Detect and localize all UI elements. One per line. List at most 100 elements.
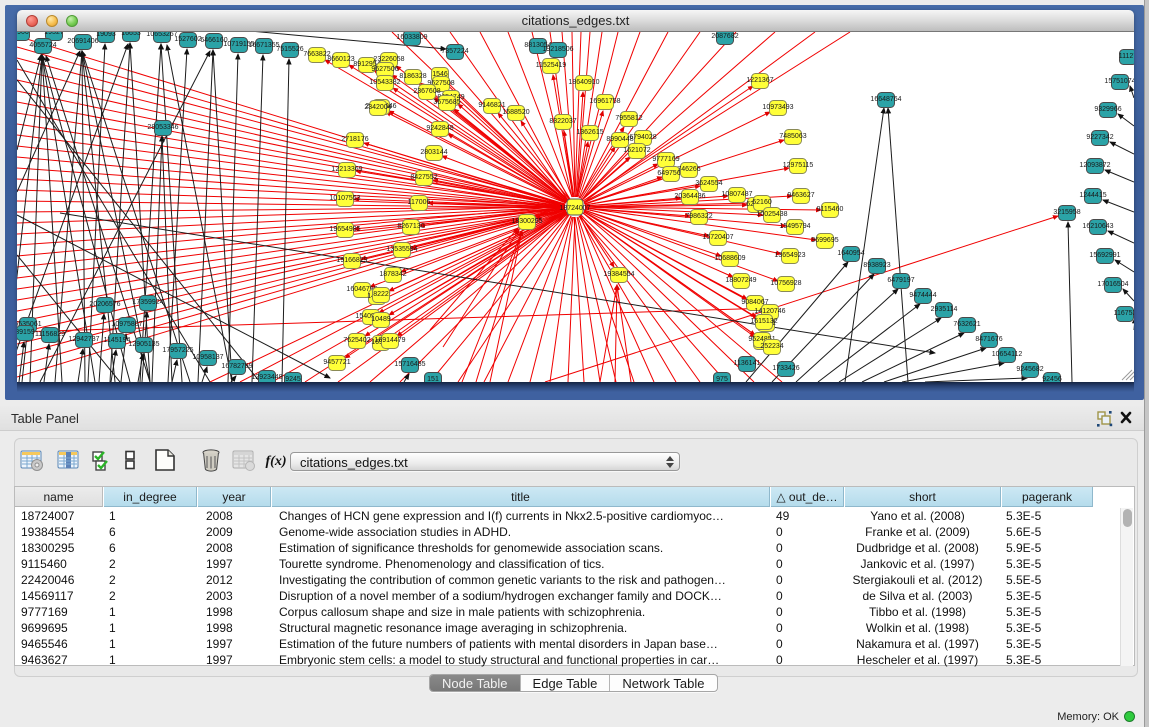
svg-text:7357224: 7357224 xyxy=(441,48,468,55)
svg-text:4055724: 4055724 xyxy=(29,42,56,49)
svg-text:3215958: 3215958 xyxy=(1053,209,1080,216)
svg-text:252234: 252234 xyxy=(760,343,783,350)
svg-text:17359924: 17359924 xyxy=(132,299,163,306)
svg-text:1362615: 1362615 xyxy=(576,129,603,136)
svg-text:15692991: 15692991 xyxy=(1089,252,1120,259)
svg-text:92456: 92456 xyxy=(1042,376,1062,383)
svg-text:6794028: 6794028 xyxy=(629,134,656,141)
svg-text:1640954: 1640954 xyxy=(837,250,864,257)
svg-text:16033809: 16033809 xyxy=(396,34,427,41)
svg-text:12213369: 12213369 xyxy=(331,166,362,173)
svg-text:116753: 116753 xyxy=(1114,310,1137,317)
svg-text:15495794: 15495794 xyxy=(779,223,810,230)
svg-text:117006: 117006 xyxy=(408,199,431,206)
svg-text:16210643: 16210643 xyxy=(1082,223,1113,230)
svg-text:2718176: 2718176 xyxy=(341,136,368,143)
svg-text:2342004: 2342004 xyxy=(364,104,391,111)
svg-text:7955812: 7955812 xyxy=(615,115,642,122)
svg-text:9146821: 9146821 xyxy=(478,102,505,109)
svg-text:20364436: 20364436 xyxy=(674,193,705,200)
svg-text:3624554: 3624554 xyxy=(695,180,722,187)
svg-text:9777169: 9777169 xyxy=(652,156,679,163)
svg-text:2935114: 2935114 xyxy=(931,306,958,313)
svg-text:1621072: 1621072 xyxy=(623,147,650,154)
svg-text:10975867: 10975867 xyxy=(111,321,142,328)
svg-text:18807249: 18807249 xyxy=(725,277,756,284)
svg-text:16961758: 16961758 xyxy=(589,98,620,105)
svg-text:10654112: 10654112 xyxy=(992,351,1023,358)
svg-text:1615132: 1615132 xyxy=(750,318,777,325)
svg-text:62160: 62160 xyxy=(752,199,772,206)
svg-text:19384554: 19384554 xyxy=(603,271,634,278)
svg-text:10543382: 10543382 xyxy=(369,79,400,86)
svg-text:39159: 39159 xyxy=(15,329,35,336)
svg-text:9245682: 9245682 xyxy=(1016,366,1043,373)
svg-text:12975115: 12975115 xyxy=(783,162,814,169)
svg-text:8427552: 8427552 xyxy=(410,174,437,181)
svg-text:18724007: 18724007 xyxy=(559,205,590,212)
svg-text:14120746: 14120746 xyxy=(754,308,785,315)
svg-text:12923448: 12923448 xyxy=(251,374,282,381)
svg-text:9457721: 9457721 xyxy=(323,359,350,366)
svg-text:15716485: 15716485 xyxy=(394,361,425,368)
svg-text:18640910: 18640910 xyxy=(568,79,599,86)
svg-text:9245: 9245 xyxy=(285,376,301,383)
svg-text:9242848: 9242848 xyxy=(426,125,453,132)
svg-text:1221367: 1221367 xyxy=(746,77,773,84)
svg-text:2087682: 2087682 xyxy=(711,33,738,40)
svg-text:28053346: 28053346 xyxy=(147,124,178,131)
svg-text:12942737: 12942737 xyxy=(68,336,99,343)
svg-text:12905135: 12905135 xyxy=(128,341,159,348)
svg-text:9115460: 9115460 xyxy=(817,206,844,213)
svg-text:16914479: 16914479 xyxy=(374,337,405,344)
svg-text:7632621: 7632621 xyxy=(953,321,980,328)
svg-text:15751074: 15751074 xyxy=(1104,78,1135,85)
svg-text:19327: 19327 xyxy=(44,29,64,36)
svg-text:17957225: 17957225 xyxy=(162,347,193,354)
svg-text:8186328: 8186328 xyxy=(399,73,426,80)
svg-text:f(x): f(x) xyxy=(266,454,287,469)
svg-text:10756928: 10756928 xyxy=(770,280,801,287)
svg-text:11525419: 11525419 xyxy=(536,62,567,69)
svg-text:746266: 746266 xyxy=(677,166,700,173)
svg-text:10958137: 10958137 xyxy=(192,354,223,361)
svg-text:13654923: 13654923 xyxy=(774,252,805,259)
svg-text:1733426: 1733426 xyxy=(772,365,799,372)
svg-text:7485063: 7485063 xyxy=(779,133,806,140)
svg-text:10973493: 10973493 xyxy=(762,104,793,111)
svg-text:13535594: 13535594 xyxy=(386,246,417,253)
svg-text:8660123: 8660123 xyxy=(327,56,354,63)
svg-text:1244415: 1244415 xyxy=(1079,192,1106,199)
svg-text:12093872: 12093872 xyxy=(1079,162,1110,169)
svg-text:6479197: 6479197 xyxy=(887,277,914,284)
svg-text:17016504: 17016504 xyxy=(1097,281,1128,288)
svg-text:1136141: 1136141 xyxy=(734,360,761,367)
svg-text:10807487: 10807487 xyxy=(721,191,752,198)
svg-text:8267130: 8267130 xyxy=(397,223,424,230)
svg-text:10107553: 10107553 xyxy=(329,195,360,202)
svg-text:8222: 8222 xyxy=(373,291,389,298)
svg-text:20691406: 20691406 xyxy=(67,38,98,45)
svg-text:11127: 11127 xyxy=(1119,53,1138,60)
svg-text:18300295: 18300295 xyxy=(511,218,542,225)
svg-text:19218506: 19218506 xyxy=(542,46,573,53)
svg-text:16648764: 16648764 xyxy=(870,96,901,103)
svg-text:975: 975 xyxy=(716,376,728,383)
svg-text:10489: 10489 xyxy=(371,316,391,323)
svg-text:8322037: 8322037 xyxy=(549,118,576,125)
svg-text:19166829: 19166829 xyxy=(336,257,367,264)
svg-text:11156829: 11156829 xyxy=(35,331,65,338)
svg-text:19654985: 19654985 xyxy=(329,226,360,233)
svg-text:8938923: 8938923 xyxy=(863,262,890,269)
svg-text:3675685: 3675685 xyxy=(433,99,460,106)
svg-text:7625402: 7625402 xyxy=(343,337,370,344)
svg-text:10688609: 10688609 xyxy=(714,255,745,262)
svg-text:7986322: 7986322 xyxy=(685,213,712,220)
svg-text:15720407: 15720407 xyxy=(702,234,733,241)
svg-text:9627506: 9627506 xyxy=(371,66,398,73)
svg-text:7515526: 7515526 xyxy=(276,46,303,53)
svg-text:8471676: 8471676 xyxy=(975,336,1002,343)
svg-text:10653267: 10653267 xyxy=(146,31,177,38)
svg-text:20206576: 20206576 xyxy=(89,301,120,308)
svg-text:9329966: 9329966 xyxy=(1094,106,1121,113)
